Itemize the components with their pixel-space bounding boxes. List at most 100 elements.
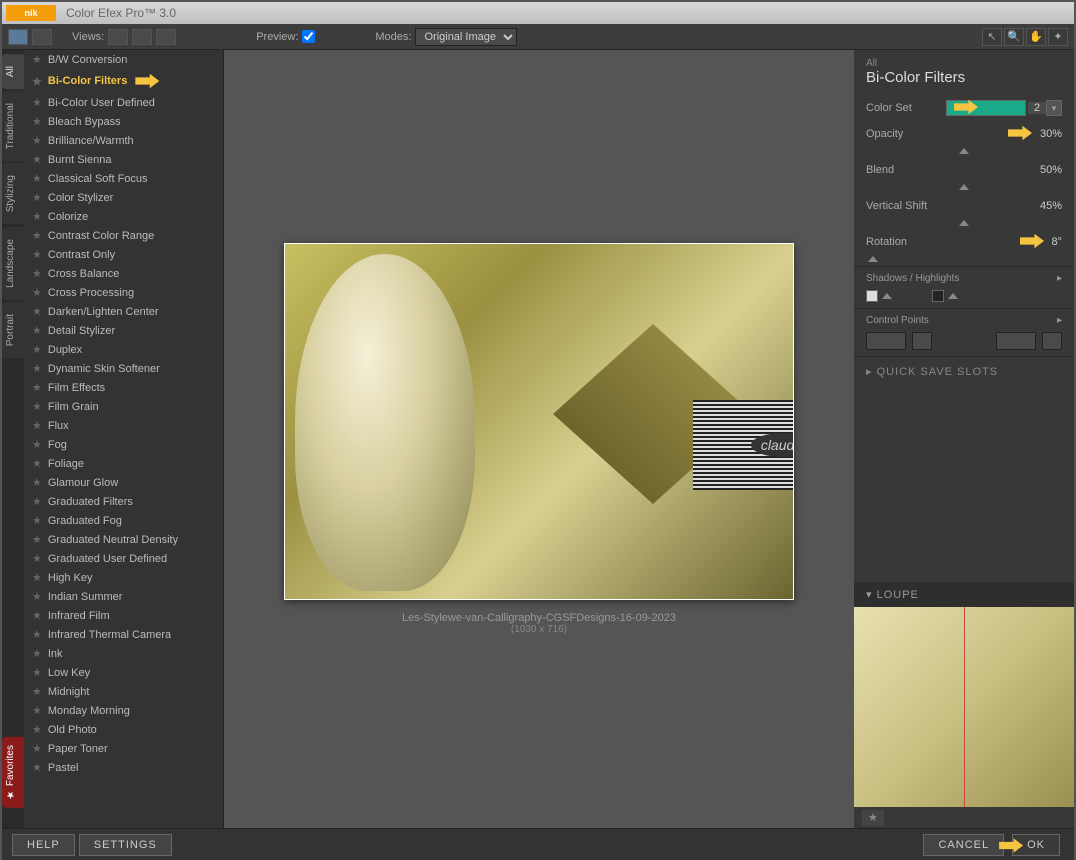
star-icon[interactable]: ★ xyxy=(32,53,42,66)
tab-traditional[interactable]: Traditional xyxy=(2,91,24,161)
zoom-tool-icon[interactable]: 🔍 xyxy=(1004,28,1024,46)
filter-item[interactable]: ★Glamour Glow xyxy=(24,473,223,492)
quick-save-slots[interactable]: ▸ QUICK SAVE SLOTS xyxy=(854,356,1074,386)
modes-select[interactable]: Original Image xyxy=(415,28,517,46)
star-icon[interactable]: ★ xyxy=(32,628,42,641)
cp-reset-button[interactable] xyxy=(996,332,1036,350)
view-mode-2[interactable] xyxy=(32,29,52,45)
star-icon[interactable]: ★ xyxy=(32,761,42,774)
light-tool-icon[interactable]: ✦ xyxy=(1048,28,1068,46)
star-icon[interactable]: ★ xyxy=(32,324,42,337)
star-icon[interactable]: ★ xyxy=(32,533,42,546)
star-icon[interactable]: ★ xyxy=(32,666,42,679)
preview-canvas[interactable]: claudia xyxy=(284,243,794,600)
star-icon[interactable]: ★ xyxy=(32,286,42,299)
filter-item[interactable]: ★Brilliance/Warmth xyxy=(24,131,223,150)
filter-item[interactable]: ★Foliage xyxy=(24,454,223,473)
filter-list[interactable]: ★B/W Conversion★Bi-Color Filters★Bi-Colo… xyxy=(24,50,224,828)
star-icon[interactable]: ★ xyxy=(32,343,42,356)
filter-item[interactable]: ★Detail Stylizer xyxy=(24,321,223,340)
tab-stylizing[interactable]: Stylizing xyxy=(2,163,24,224)
filter-item[interactable]: ★Burnt Sienna xyxy=(24,150,223,169)
filter-item[interactable]: ★Contrast Only xyxy=(24,245,223,264)
star-icon[interactable]: ★ xyxy=(32,742,42,755)
star-icon[interactable]: ★ xyxy=(32,267,42,280)
star-icon[interactable]: ★ xyxy=(32,400,42,413)
star-icon[interactable]: ★ xyxy=(32,514,42,527)
star-icon[interactable]: ★ xyxy=(32,476,42,489)
slider-indicator[interactable] xyxy=(959,148,969,154)
star-icon[interactable]: ★ xyxy=(32,75,42,88)
expand-icon[interactable]: ▸ xyxy=(1057,273,1062,284)
help-button[interactable]: HELP xyxy=(12,834,75,856)
filter-item[interactable]: ★Graduated Filters xyxy=(24,492,223,511)
filter-item[interactable]: ★Fog xyxy=(24,435,223,454)
star-icon[interactable]: ★ xyxy=(32,723,42,736)
filter-item[interactable]: ★Colorize xyxy=(24,207,223,226)
filter-item[interactable]: ★Indian Summer xyxy=(24,587,223,606)
tab-landscape[interactable]: Landscape xyxy=(2,227,24,300)
filter-item[interactable]: ★Darken/Lighten Center xyxy=(24,302,223,321)
filter-item[interactable]: ★Pastel xyxy=(24,758,223,777)
settings-button[interactable]: SETTINGS xyxy=(79,834,172,856)
filter-item[interactable]: ★Bi-Color Filters xyxy=(24,69,223,93)
cp-remove-button[interactable] xyxy=(912,332,932,350)
tab-portrait[interactable]: Portrait xyxy=(2,302,24,358)
filter-item[interactable]: ★Cross Processing xyxy=(24,283,223,302)
star-icon[interactable]: ★ xyxy=(32,590,42,603)
star-icon[interactable]: ★ xyxy=(32,419,42,432)
view-mode-1[interactable] xyxy=(8,29,28,45)
filter-item[interactable]: ★Infrared Thermal Camera xyxy=(24,625,223,644)
star-icon[interactable]: ★ xyxy=(32,229,42,242)
filter-item[interactable]: ★Dynamic Skin Softener xyxy=(24,359,223,378)
star-icon[interactable]: ★ xyxy=(32,305,42,318)
star-icon[interactable]: ★ xyxy=(32,438,42,451)
filter-item[interactable]: ★Film Grain xyxy=(24,397,223,416)
filter-item[interactable]: ★Infrared Film xyxy=(24,606,223,625)
star-icon[interactable]: ★ xyxy=(32,248,42,261)
star-icon[interactable]: ★ xyxy=(32,210,42,223)
star-icon[interactable]: ★ xyxy=(32,172,42,185)
view-split-h[interactable] xyxy=(132,29,152,45)
star-icon[interactable]: ★ xyxy=(32,571,42,584)
highlights-checkbox[interactable] xyxy=(932,290,944,302)
hand-tool-icon[interactable]: ✋ xyxy=(1026,28,1046,46)
star-icon[interactable]: ★ xyxy=(32,134,42,147)
filter-item[interactable]: ★Paper Toner xyxy=(24,739,223,758)
filter-item[interactable]: ★Duplex xyxy=(24,340,223,359)
slider-indicator[interactable] xyxy=(868,256,878,262)
star-icon[interactable]: ★ xyxy=(32,685,42,698)
filter-item[interactable]: ★Contrast Color Range xyxy=(24,226,223,245)
slider-indicator[interactable] xyxy=(959,184,969,190)
shadows-checkbox[interactable] xyxy=(866,290,878,302)
star-icon[interactable]: ★ xyxy=(32,191,42,204)
star-icon[interactable]: ★ xyxy=(32,552,42,565)
slider-indicator[interactable] xyxy=(959,220,969,226)
filter-item[interactable]: ★Flux xyxy=(24,416,223,435)
opacity-row[interactable]: Opacity 30% xyxy=(854,122,1074,146)
filter-item[interactable]: ★Monday Morning xyxy=(24,701,223,720)
loupe-header[interactable]: ▾ LOUPE xyxy=(854,582,1074,607)
cp-add-button[interactable] xyxy=(866,332,906,350)
vshift-row[interactable]: Vertical Shift 45% xyxy=(854,194,1074,218)
view-split-v[interactable] xyxy=(156,29,176,45)
rotation-row[interactable]: Rotation 8° xyxy=(854,230,1074,254)
filter-item[interactable]: ★Bleach Bypass xyxy=(24,112,223,131)
filter-item[interactable]: ★Midnight xyxy=(24,682,223,701)
filter-item[interactable]: ★Bi-Color User Defined xyxy=(24,93,223,112)
filter-item[interactable]: ★Color Stylizer xyxy=(24,188,223,207)
loupe-view[interactable] xyxy=(854,607,1074,807)
tab-favorites[interactable]: ★ Favorites xyxy=(2,737,24,808)
star-icon[interactable]: ★ xyxy=(32,704,42,717)
star-icon[interactable]: ★ xyxy=(32,457,42,470)
star-icon[interactable]: ★ xyxy=(32,153,42,166)
star-icon[interactable]: ★ xyxy=(32,381,42,394)
filter-item[interactable]: ★Classical Soft Focus xyxy=(24,169,223,188)
star-icon[interactable]: ★ xyxy=(32,647,42,660)
filter-item[interactable]: ★Graduated User Defined xyxy=(24,549,223,568)
filter-item[interactable]: ★Old Photo xyxy=(24,720,223,739)
star-icon[interactable]: ★ xyxy=(32,609,42,622)
star-icon[interactable]: ★ xyxy=(32,115,42,128)
preview-checkbox[interactable] xyxy=(302,30,315,43)
tab-all[interactable]: All xyxy=(2,54,24,89)
